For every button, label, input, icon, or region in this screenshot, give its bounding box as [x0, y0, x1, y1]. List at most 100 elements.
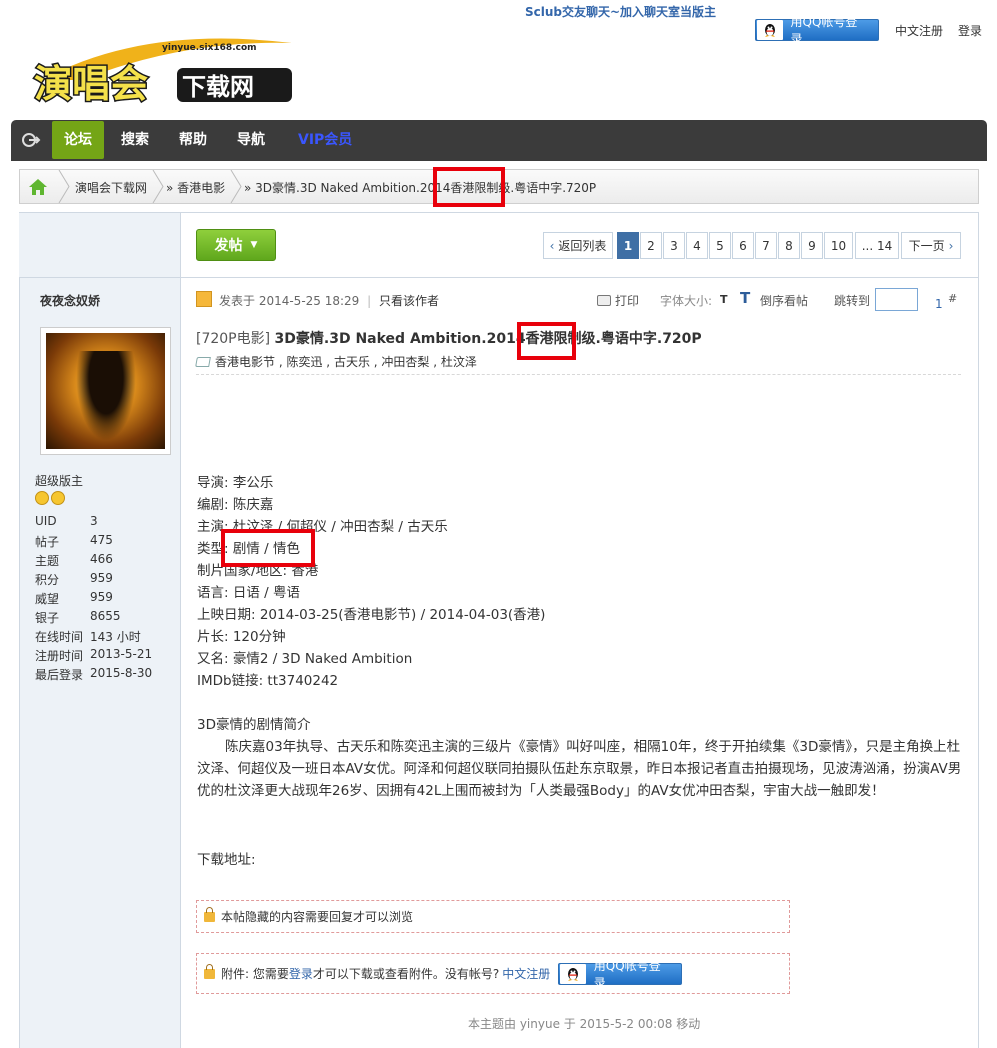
- hidden-content-notice: 本帖隐藏的内容需要回复才可以浏览: [196, 900, 790, 933]
- qq-login-button[interactable]: 用QQ帐号登录: [755, 15, 879, 46]
- stat-key: 在线时间: [35, 630, 84, 644]
- attach-prefix: 附件: 您需要: [221, 967, 289, 981]
- only-author-link[interactable]: 只看该作者: [379, 294, 439, 308]
- stat-value: 2013-5-21: [90, 647, 153, 661]
- breadcrumb-separator-icon: [230, 170, 242, 203]
- page-button[interactable]: 10: [824, 232, 853, 259]
- lock-icon: [204, 963, 215, 979]
- new-post-button[interactable]: 发帖 ▼: [196, 229, 276, 261]
- info-line: 导演: 李公乐: [197, 475, 274, 491]
- breadcrumb-separator-icon: [58, 170, 70, 203]
- author-stats: UID 3 帖子 475 主题 466 积分 959 威望 959 银子 8655 在线时间…: [35, 514, 152, 685]
- tag-link[interactable]: 古天乐: [334, 355, 370, 369]
- rank-stars: [35, 491, 65, 505]
- highlight-box: [517, 322, 576, 360]
- svg-text:下载网: 下载网: [182, 73, 254, 101]
- stat-key: 最后登录: [35, 668, 84, 682]
- breadcrumb-section[interactable]: » 香港电影: [166, 179, 225, 196]
- page-button[interactable]: 4: [686, 232, 708, 259]
- title-divider: [196, 374, 961, 375]
- reverse-order-link[interactable]: 倒序看帖: [760, 292, 808, 309]
- stat-row: 注册时间 2013-5-21: [35, 647, 152, 666]
- stat-value[interactable]: 466: [90, 552, 113, 571]
- synopsis-title: 3D豪情的剧情简介: [197, 717, 311, 733]
- breadcrumb-home[interactable]: 演唱会下载网: [75, 179, 147, 196]
- stat-row: 主题 466: [35, 552, 152, 571]
- tag-link[interactable]: 香港电影节: [215, 355, 275, 369]
- synopsis-text: 陈庆嘉03年执导、古天乐和陈奕迅主演的三级片《豪情》叫好叫座，相隔10年，终于开…: [197, 739, 962, 799]
- info-line: 又名: 豪情2 / 3D Naked Ambition: [197, 651, 413, 667]
- author-name[interactable]: 夜夜念奴娇: [40, 292, 100, 309]
- tag-link[interactable]: 陈奕迅: [286, 355, 322, 369]
- page-button[interactable]: 3: [663, 232, 685, 259]
- new-post-label: 发帖: [214, 238, 243, 254]
- stat-key: 帖子: [35, 535, 60, 549]
- post-date: 发表于 2014-5-25 18:29: [219, 294, 360, 308]
- stat-key: 积分: [35, 573, 60, 587]
- qq-login-label: 用QQ帐号登录: [790, 15, 858, 46]
- stat-row: 威望 959: [35, 590, 152, 609]
- page-button-last[interactable]: ... 14: [855, 232, 899, 259]
- movie-info: 导演: 李公乐 编剧: 陈庆嘉 主演: 杜汶泽 / 何超仪 / 冲田杏梨 / 古…: [197, 472, 965, 692]
- stat-value[interactable]: 475: [90, 533, 113, 552]
- qq-login-label: 用QQ帐号登录: [593, 958, 661, 990]
- stat-row: 积分 959: [35, 571, 152, 590]
- info-line: 片长: 120分钟: [197, 629, 286, 645]
- font-large-button[interactable]: T: [740, 289, 750, 307]
- breadcrumb-thread[interactable]: » 3D豪情.3D Naked Ambition.2014香港限制级.粤语中字.…: [244, 179, 596, 196]
- page-button[interactable]: 7: [755, 232, 777, 259]
- font-small-button[interactable]: T: [720, 293, 728, 306]
- stat-key: 银子: [35, 611, 60, 625]
- page-button[interactable]: 2: [640, 232, 662, 259]
- info-line: IMDb链接: tt3740242: [197, 673, 339, 689]
- nav-vip[interactable]: VIP会员: [298, 120, 352, 161]
- post-meta: 发表于 2014-5-25 18:29 | 只看该作者: [219, 294, 440, 308]
- breadcrumb-separator-icon: [152, 170, 164, 203]
- site-logo[interactable]: yinyue.six168.com 演唱会 下载网: [22, 35, 302, 113]
- qq-login-button[interactable]: 用QQ帐号登录: [558, 959, 683, 990]
- chevron-left-icon: ‹: [549, 238, 555, 253]
- page-button[interactable]: 8: [778, 232, 800, 259]
- thread-category[interactable]: [720P电影]: [196, 331, 270, 347]
- next-page-button[interactable]: 下一页 ›: [901, 232, 961, 259]
- register-link[interactable]: 中文注册: [895, 22, 943, 39]
- smile-icon: [51, 491, 65, 505]
- back-to-list-button[interactable]: ‹ 返回列表: [543, 232, 613, 259]
- tag-link[interactable]: 杜汶泽: [441, 355, 477, 369]
- nav-forum[interactable]: 论坛: [52, 121, 104, 159]
- qq-penguin-icon: [560, 963, 586, 984]
- thread-tags: 香港电影节 , 陈奕迅 , 古天乐 , 冲田杏梨 , 杜汶泽: [195, 353, 477, 370]
- tag-link[interactable]: 冲田杏梨: [381, 355, 429, 369]
- power-icon[interactable]: [21, 131, 41, 149]
- promo-link[interactable]: Sclub交友聊天~加入聊天室当版主: [525, 3, 716, 20]
- nav-navigation[interactable]: 导航: [237, 120, 265, 161]
- home-icon[interactable]: [28, 178, 48, 196]
- login-link[interactable]: 登录: [958, 22, 982, 39]
- jump-go-button[interactable]: 1: [935, 297, 943, 311]
- attach-login-link[interactable]: 登录: [289, 965, 313, 982]
- page-button[interactable]: 9: [801, 232, 823, 259]
- page-button[interactable]: 1: [617, 232, 639, 259]
- jump-floor-input[interactable]: [875, 288, 918, 311]
- print-label: 打印: [615, 294, 640, 308]
- nav-search[interactable]: 搜索: [121, 120, 149, 161]
- author-rank: 超级版主: [35, 474, 84, 488]
- nav-help[interactable]: 帮助: [179, 120, 207, 161]
- stat-value: 959: [90, 571, 113, 585]
- page-button[interactable]: 6: [732, 232, 754, 259]
- synopsis: 3D豪情的剧情简介 陈庆嘉03年执导、古天乐和陈奕迅主演的三级片《豪情》叫好叫座…: [197, 714, 965, 802]
- chevron-right-icon: ›: [948, 238, 954, 253]
- attach-register-link[interactable]: 中文注册: [502, 965, 550, 982]
- hidden-notice-text: 本帖隐藏的内容需要回复才可以浏览: [221, 910, 414, 924]
- floor-number[interactable]: #: [948, 292, 957, 305]
- print-icon: [597, 295, 611, 306]
- thread-title-text: 3D豪情.3D Naked Ambition.2014香港限制级.粤语中字.72…: [274, 331, 702, 347]
- jump-label: 跳转到: [834, 294, 871, 308]
- print-link[interactable]: 打印: [597, 292, 639, 309]
- stat-row: UID 3: [35, 514, 152, 533]
- avatar[interactable]: [40, 327, 171, 455]
- page-button[interactable]: 5: [709, 232, 731, 259]
- stat-row: 帖子 475: [35, 533, 152, 552]
- stat-row: 最后登录 2015-8-30: [35, 666, 152, 685]
- smile-icon: [35, 491, 49, 505]
